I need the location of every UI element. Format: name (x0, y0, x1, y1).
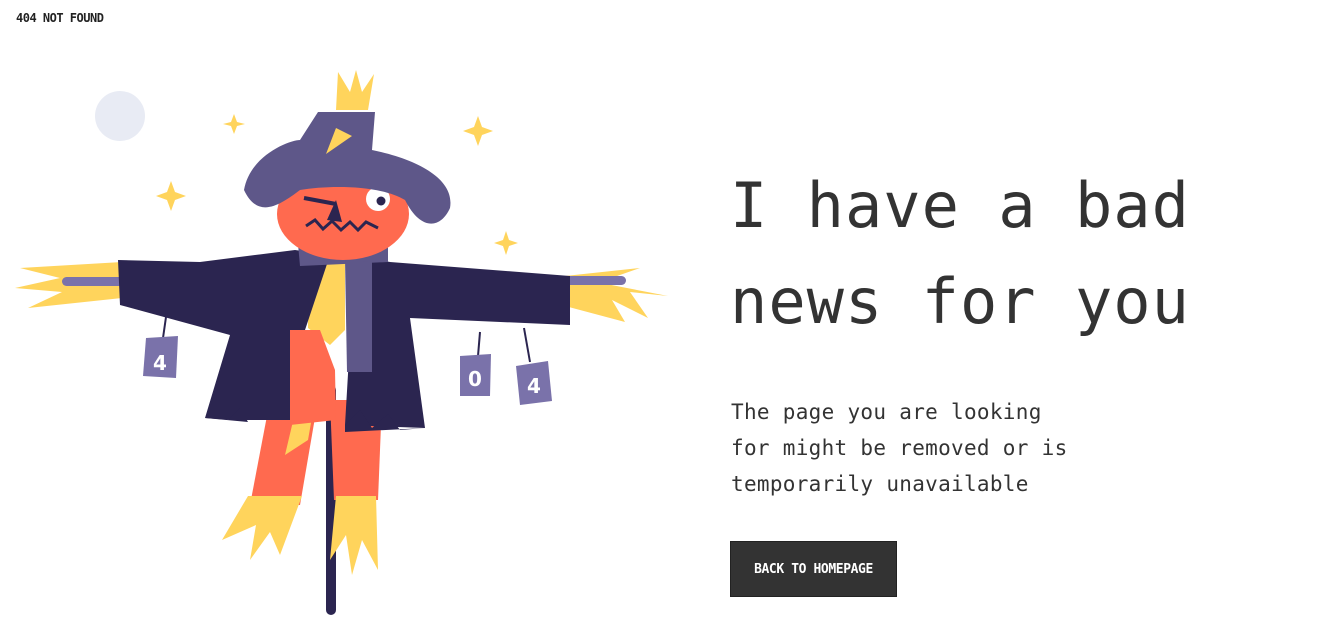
moon-circle (95, 91, 145, 141)
page-description-line-2: for might be removed or is (731, 436, 1068, 460)
can-left: 4 (143, 309, 178, 378)
back-to-homepage-button[interactable]: BACK TO HOMEPAGE (730, 541, 897, 597)
can-middle-label: 0 (468, 367, 482, 391)
can-left-label: 4 (153, 351, 167, 375)
page-title: I have a bad news for you (730, 158, 1290, 350)
page-description-line-1: The page you are looking (731, 400, 1042, 424)
can-right-label: 4 (527, 374, 541, 398)
can-right: 4 (516, 327, 552, 405)
page-title-line-1: I have a bad (730, 169, 1190, 242)
scarecrow-illustration: 4 0 4 (15, 70, 668, 615)
page-description-line-3: temporarily unavailable (731, 472, 1029, 496)
page-description: The page you are looking for might be re… (731, 394, 1111, 502)
can-middle: 0 (460, 331, 491, 396)
brand-label: 404 NOT FOUND (16, 11, 104, 25)
page-title-line-2: news for you (730, 265, 1190, 338)
